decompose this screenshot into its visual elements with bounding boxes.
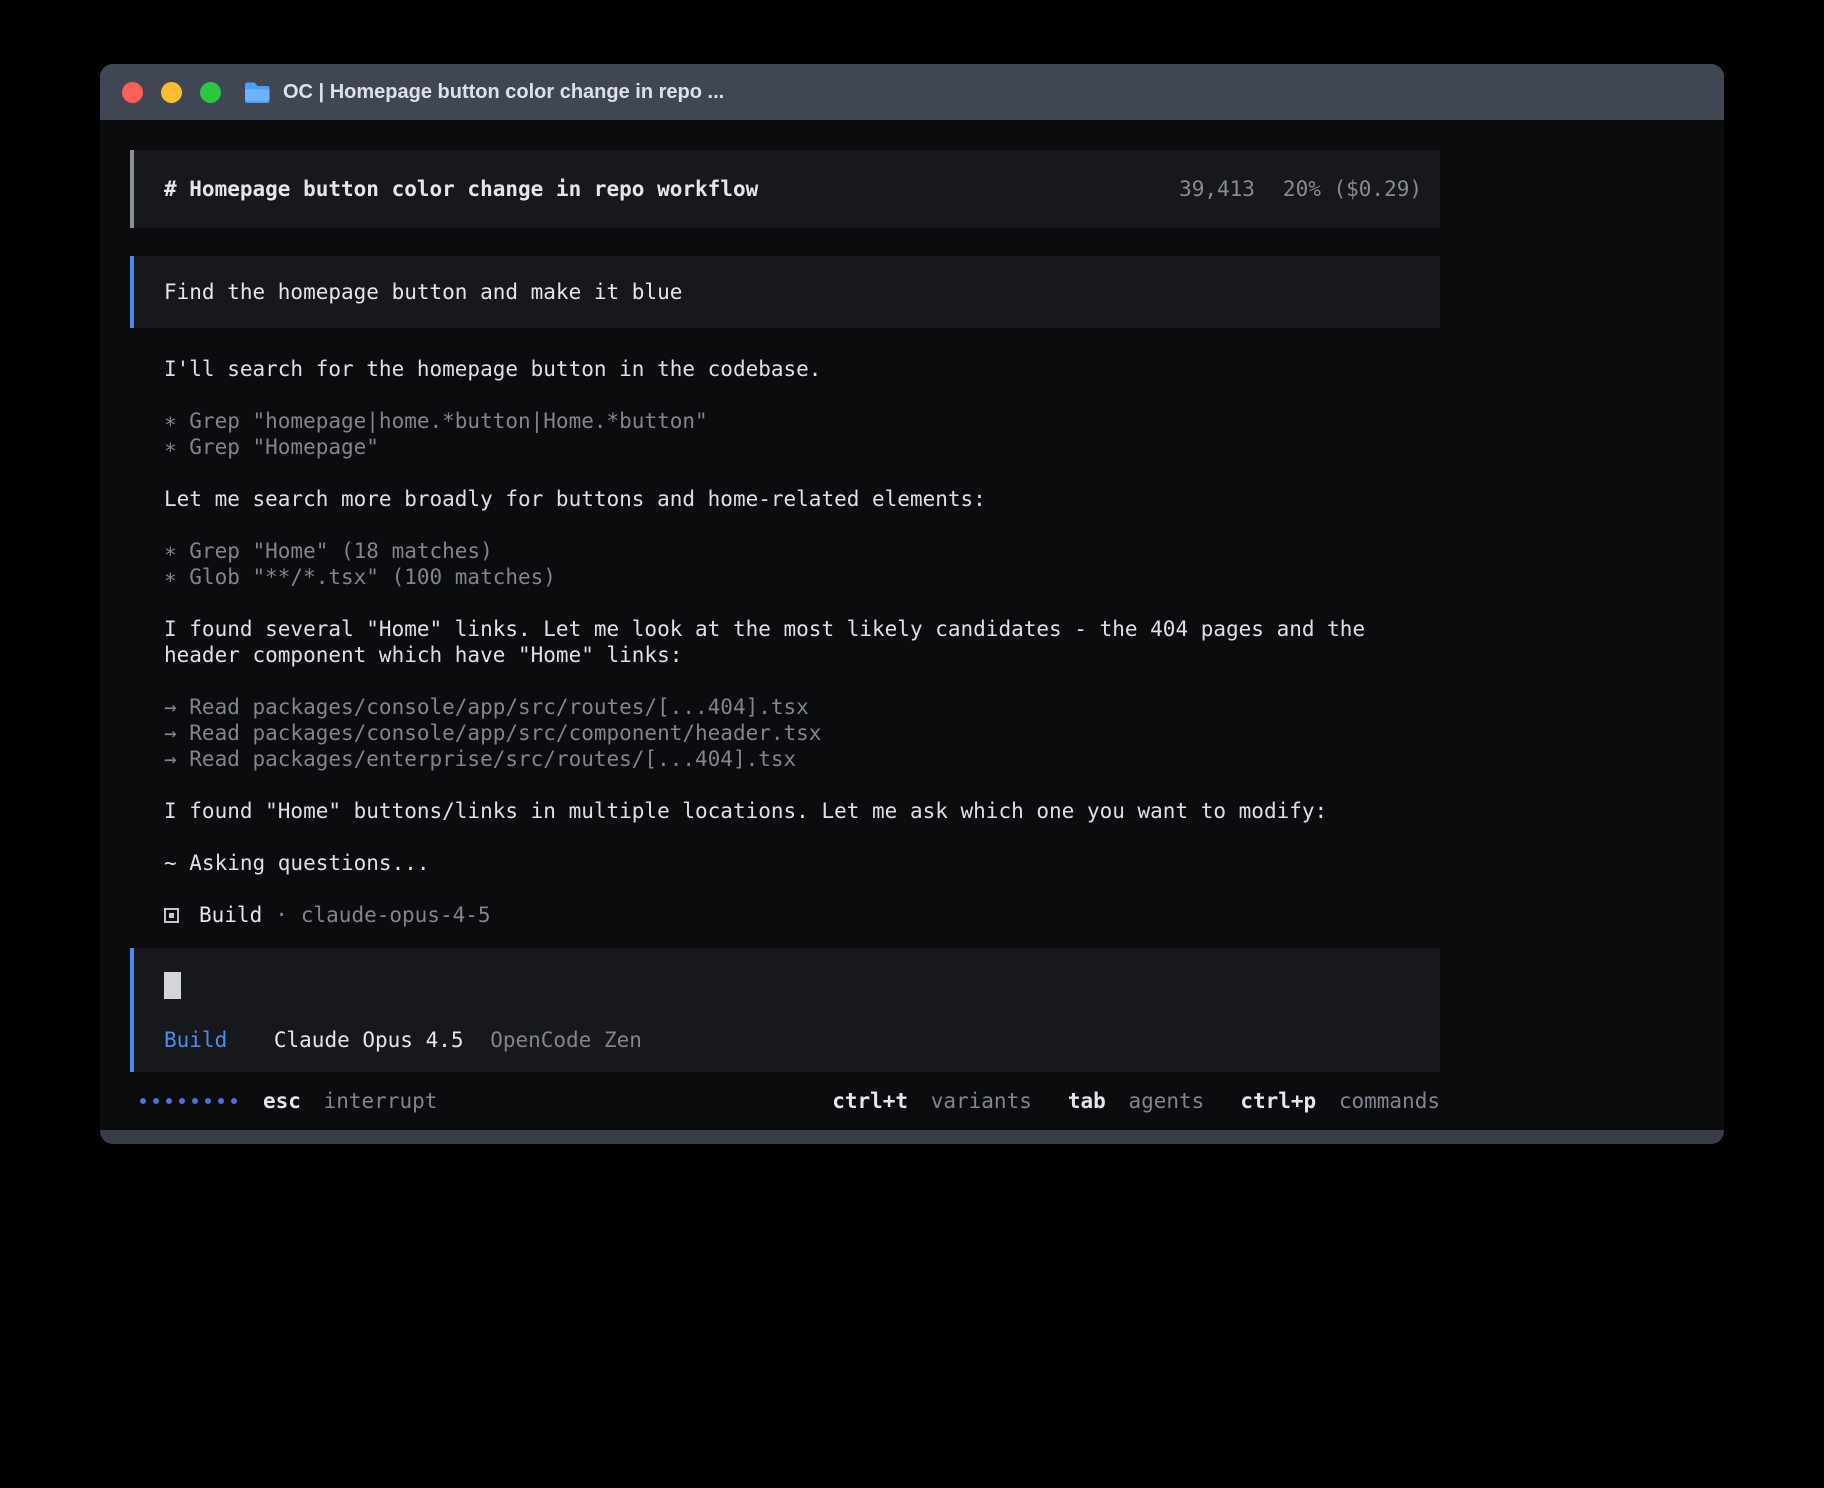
spinner-dot xyxy=(205,1098,211,1104)
token-count: 39,413 xyxy=(1179,177,1255,201)
spinner-dot xyxy=(140,1098,146,1104)
terminal-body: # Homepage button color change in repo w… xyxy=(100,120,1724,1130)
message-group: → Read packages/console/app/src/routes/[… xyxy=(164,694,1438,772)
statusbar-right: ctrl+t variants tab agents ctrl+p comman… xyxy=(832,1089,1440,1113)
interrupt-hint: esc interrupt xyxy=(263,1089,437,1113)
spinner-dot xyxy=(218,1098,224,1104)
titlebar[interactable]: OC | Homepage button color change in rep… xyxy=(100,64,1724,120)
agent-icon xyxy=(164,908,179,923)
spinner-dots xyxy=(140,1098,237,1104)
content-column: # Homepage button color change in repo w… xyxy=(130,120,1440,1116)
agent-status-row: Build · claude-opus-4-5 xyxy=(164,902,1438,928)
working-status-text: ~ Asking questions... xyxy=(164,850,1438,876)
message-group: Let me search more broadly for buttons a… xyxy=(164,486,1438,512)
assistant-text: Let me search more broadly for buttons a… xyxy=(164,486,1438,512)
commands-hint: ctrl+p commands xyxy=(1240,1089,1440,1113)
chat-transcript: I'll search for the homepage button in t… xyxy=(130,356,1438,928)
tool-call-line: ∗ Grep "Homepage" xyxy=(164,434,1438,460)
hint-key-tab: tab xyxy=(1068,1089,1106,1113)
zoom-button[interactable] xyxy=(200,82,221,103)
statusbar: esc interrupt ctrl+t variants tab agents… xyxy=(130,1086,1440,1116)
minimize-button[interactable] xyxy=(161,82,182,103)
variants-hint: ctrl+t variants xyxy=(832,1089,1032,1113)
tool-call-line: ∗ Grep "homepage|home.*button|Home.*butt… xyxy=(164,408,1438,434)
mode-label: Build xyxy=(164,1028,227,1052)
model-row: Build Claude Opus 4.5 OpenCode Zen xyxy=(164,1028,1410,1052)
window-title: OC | Homepage button color change in rep… xyxy=(283,81,724,104)
hint-label-agents: agents xyxy=(1128,1089,1204,1113)
message-group: I found several "Home" links. Let me loo… xyxy=(164,616,1438,668)
spinner-dot xyxy=(231,1098,237,1104)
terminal-window: OC | Homepage button color change in rep… xyxy=(100,64,1724,1144)
provider-label: OpenCode Zen xyxy=(490,1028,642,1052)
traffic-lights xyxy=(122,82,221,103)
hint-key-ctrl-t: ctrl+t xyxy=(832,1089,908,1113)
hint-key-ctrl-p: ctrl+p xyxy=(1240,1089,1316,1113)
spinner-dot xyxy=(192,1098,198,1104)
hint-label-interrupt: interrupt xyxy=(324,1089,438,1113)
user-message: Find the homepage button and make it blu… xyxy=(130,256,1440,328)
spinner-dot xyxy=(153,1098,159,1104)
message-group: I'll search for the homepage button in t… xyxy=(164,356,1438,382)
context-usage: 20% ($0.29) xyxy=(1283,177,1422,201)
assistant-text: I found "Home" buttons/links in multiple… xyxy=(164,798,1438,824)
close-button[interactable] xyxy=(122,82,143,103)
tool-call-line: ∗ Glob "**/*.tsx" (100 matches) xyxy=(164,564,1438,590)
session-stats: 39,413 20% ($0.29) xyxy=(1179,177,1422,201)
user-message-text: Find the homepage button and make it blu… xyxy=(164,280,682,304)
text-cursor xyxy=(164,972,181,999)
assistant-text: I found several "Home" links. Let me loo… xyxy=(164,616,1438,668)
agent-name: Build xyxy=(199,902,262,928)
model-label: Claude Opus 4.5 xyxy=(274,1028,464,1052)
hint-key-esc: esc xyxy=(263,1089,301,1113)
hint-label-commands: commands xyxy=(1339,1089,1440,1113)
agents-hint: tab agents xyxy=(1068,1089,1204,1113)
prompt-input[interactable]: Build Claude Opus 4.5 OpenCode Zen xyxy=(130,948,1440,1072)
spinner-dot xyxy=(179,1098,185,1104)
tool-call-line: → Read packages/enterprise/src/routes/[.… xyxy=(164,746,1438,772)
session-header: # Homepage button color change in repo w… xyxy=(130,150,1440,228)
assistant-text: I'll search for the homepage button in t… xyxy=(164,356,1438,382)
message-group: I found "Home" buttons/links in multiple… xyxy=(164,798,1438,824)
tool-call-line: ∗ Grep "Home" (18 matches) xyxy=(164,538,1438,564)
folder-icon xyxy=(243,81,271,104)
tool-call-line: → Read packages/console/app/src/componen… xyxy=(164,720,1438,746)
hint-label-variants: variants xyxy=(931,1089,1032,1113)
agent-model: claude-opus-4-5 xyxy=(301,902,491,928)
agent-separator: · xyxy=(275,902,288,928)
spinner-dot xyxy=(166,1098,172,1104)
statusbar-left: esc interrupt xyxy=(130,1089,437,1113)
session-title: # Homepage button color change in repo w… xyxy=(164,177,758,201)
message-group: ∗ Grep "homepage|home.*button|Home.*butt… xyxy=(164,408,1438,460)
tool-call-line: → Read packages/console/app/src/routes/[… xyxy=(164,694,1438,720)
message-group: ∗ Grep "Home" (18 matches) ∗ Glob "**/*.… xyxy=(164,538,1438,590)
message-group: ~ Asking questions... xyxy=(164,850,1438,876)
